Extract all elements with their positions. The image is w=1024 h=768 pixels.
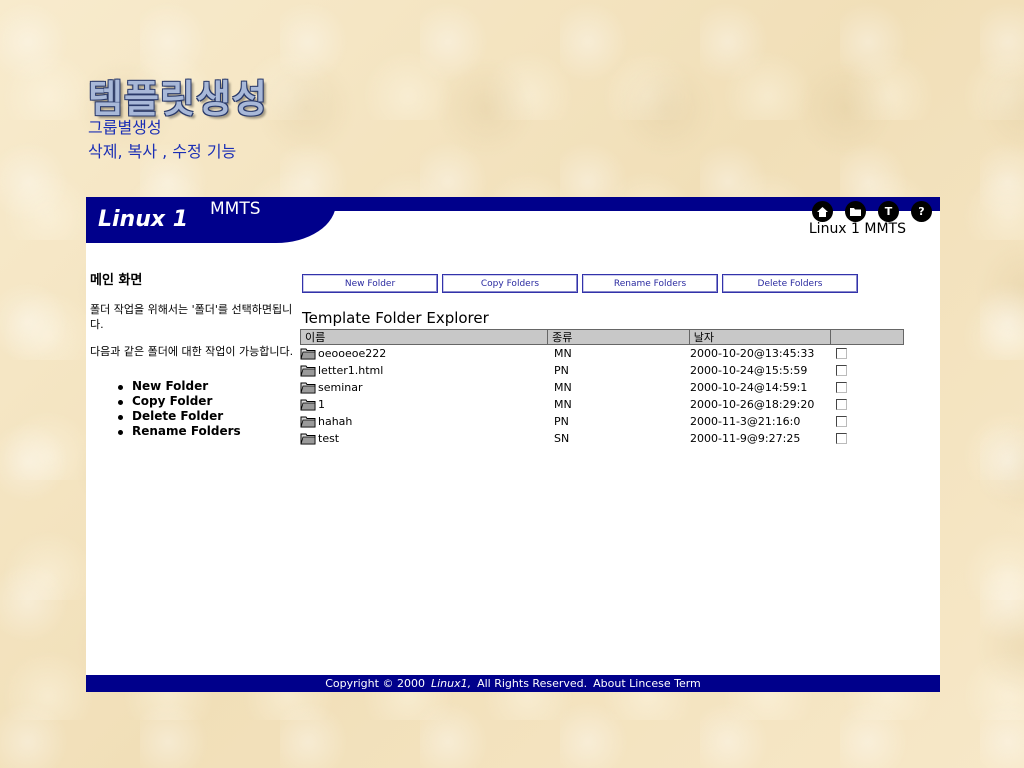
copy-folders-button[interactable]: Copy Folders [442, 274, 578, 293]
footer-rights: All Rights Reserved. [477, 677, 588, 690]
column-header-type[interactable]: 종류 [548, 330, 690, 344]
column-header-date[interactable]: 날자 [690, 330, 832, 344]
delete-folders-button[interactable]: Delete Folders [722, 274, 858, 293]
footer-copyright: Copyright © 2000 [325, 677, 425, 690]
folder-name[interactable]: oeooeoe222 [318, 347, 386, 360]
folder-date: 2000-10-24@15:5:59 [690, 364, 808, 377]
folder-type: MN [554, 347, 572, 360]
home-icon[interactable] [812, 201, 833, 222]
tools-icon[interactable]: T [878, 201, 899, 222]
app-name: MMTS [210, 199, 261, 219]
table-row[interactable]: letter1.html PN 2000-10-24@15:5:59 [300, 362, 904, 379]
row-checkbox[interactable] [836, 382, 847, 393]
sidebar-list: New Folder Copy Folder Delete Folder Ren… [90, 379, 298, 439]
sidebar-item-rename-folders[interactable]: Rename Folders [118, 424, 298, 439]
app-logo: Linux 1 [98, 207, 189, 232]
help-icon[interactable]: ? [911, 201, 932, 222]
column-header-select [831, 330, 903, 344]
header-icons: T ? [812, 201, 932, 222]
folder-name[interactable]: letter1.html [318, 364, 383, 377]
folder-icon [300, 433, 316, 445]
app-header: Linux 1 MMTS T ? Linux 1 MMTS [86, 197, 940, 243]
new-folder-button[interactable]: New Folder [302, 274, 438, 293]
footer-license-link[interactable]: About Lincese Term [593, 677, 701, 690]
folder-type: MN [554, 398, 572, 411]
folder-name[interactable]: 1 [318, 398, 325, 411]
folder-type: MN [554, 381, 572, 394]
row-checkbox[interactable] [836, 399, 847, 410]
sidebar-text-1: 폴더 작업을 위해서는 '폴더'를 선택하면됩니다. [90, 303, 293, 331]
folder-date: 2000-10-26@18:29:20 [690, 398, 815, 411]
explorer-title: Template Folder Explorer [302, 309, 489, 327]
folder-type: PN [554, 415, 569, 428]
rename-folders-button[interactable]: Rename Folders [582, 274, 718, 293]
toolbar: New Folder Copy Folders Rename Folders D… [302, 274, 858, 293]
footer: Copyright © 2000 Linux1, All Rights Rese… [86, 675, 940, 692]
sidebar-text-2: 다음과 같은 폴더에 대한 작업이 가능합니다. [90, 345, 294, 358]
folder-type: PN [554, 364, 569, 377]
table-row[interactable]: seminar MN 2000-10-24@14:59:1 [300, 379, 904, 396]
sidebar-item-delete-folder[interactable]: Delete Folder [118, 409, 298, 424]
table-row[interactable]: 1 MN 2000-10-26@18:29:20 [300, 396, 904, 413]
folder-name[interactable]: hahah [318, 415, 352, 428]
header-right-label: Linux 1 MMTS [808, 221, 906, 237]
column-header-name[interactable]: 이름 [301, 330, 549, 344]
footer-brand: Linux1, [430, 677, 472, 690]
folder-icon[interactable] [845, 201, 866, 222]
folder-icon [300, 365, 316, 377]
row-checkbox[interactable] [836, 433, 847, 444]
sidebar-item-new-folder[interactable]: New Folder [118, 379, 298, 394]
folder-type: SN [554, 432, 570, 445]
sidebar-title: 메인 화면 [90, 273, 143, 288]
slide-subtitle-2: 삭제, 복사 , 수정 기능 [88, 142, 237, 161]
folder-icon [300, 348, 316, 360]
sidebar: 메인 화면 폴더 작업을 위해서는 '폴더'를 선택하면됩니다. 다음과 같은 … [90, 269, 298, 439]
table-row[interactable]: hahah PN 2000-11-3@21:16:0 [300, 413, 904, 430]
folder-date: 2000-11-9@9:27:25 [690, 432, 801, 445]
row-checkbox[interactable] [836, 365, 847, 376]
slide-subtitle-1: 그룹별생성 [88, 118, 162, 137]
folder-date: 2000-10-20@13:45:33 [690, 347, 815, 360]
folder-icon [300, 382, 316, 394]
folder-date: 2000-11-3@21:16:0 [690, 415, 801, 428]
row-checkbox[interactable] [836, 416, 847, 427]
folder-icon [300, 416, 316, 428]
folder-table: 이름 종류 날자 oeooeoe222 MN 2000-10-20@13:45:… [300, 329, 904, 447]
sidebar-item-copy-folder[interactable]: Copy Folder [118, 394, 298, 409]
row-checkbox[interactable] [836, 348, 847, 359]
folder-name[interactable]: seminar [318, 381, 363, 394]
folder-name[interactable]: test [318, 432, 339, 445]
folder-date: 2000-10-24@14:59:1 [690, 381, 808, 394]
table-row[interactable]: test SN 2000-11-9@9:27:25 [300, 430, 904, 447]
app-window: Linux 1 MMTS T ? Linux 1 MMTS 메인 화면 폴더 작… [86, 197, 940, 692]
table-row[interactable]: oeooeoe222 MN 2000-10-20@13:45:33 [300, 345, 904, 362]
folder-icon [300, 399, 316, 411]
table-header: 이름 종류 날자 [300, 329, 904, 345]
